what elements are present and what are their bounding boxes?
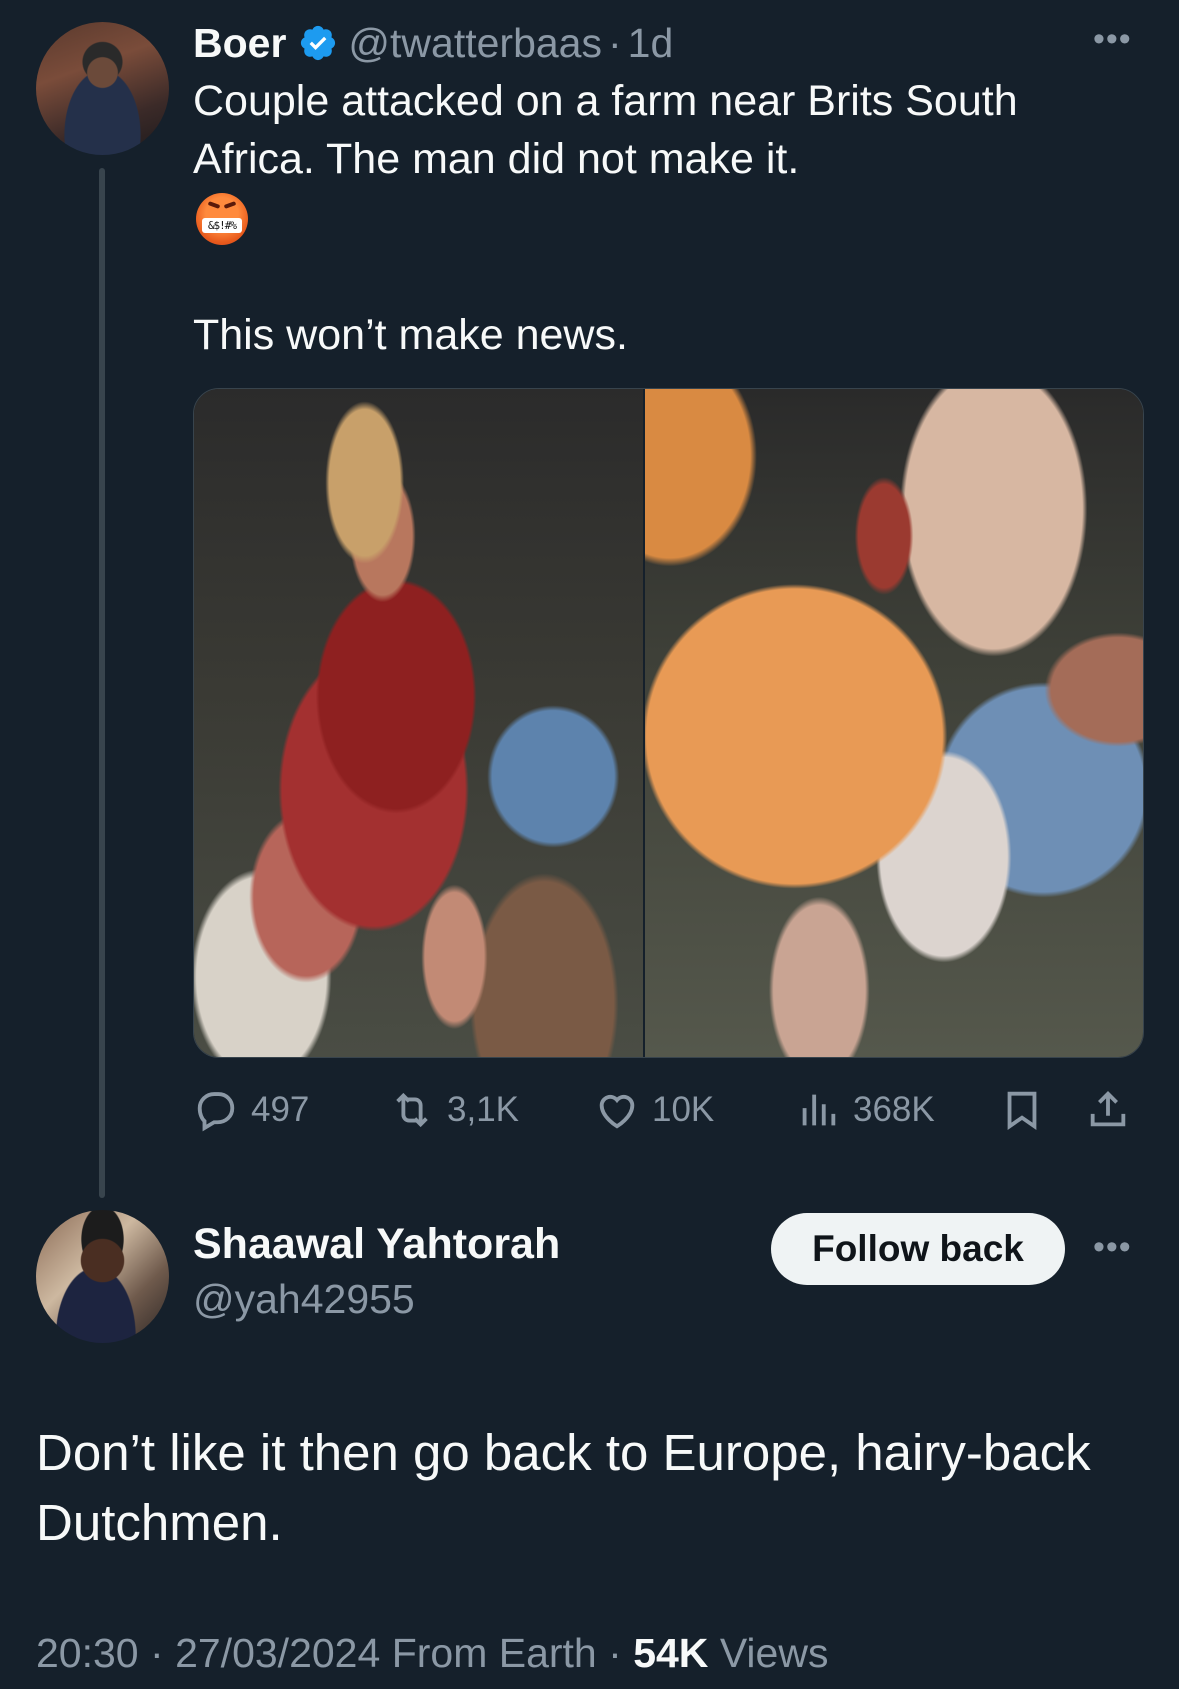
share-icon: [1090, 1090, 1126, 1127]
thread-line: [99, 168, 105, 1198]
reply-count: 497: [251, 1090, 310, 1129]
separator-dot: ·: [608, 19, 622, 66]
more-horizontal-icon[interactable]: •••: [1093, 1228, 1132, 1267]
views-label: Views: [719, 1630, 829, 1676]
follow-back-button[interactable]: Follow back: [771, 1213, 1065, 1285]
more-horizontal-icon[interactable]: •••: [1093, 20, 1132, 59]
tweet-timestamp-date[interactable]: 27/03/2024: [175, 1630, 380, 1676]
cursing-face-emoji-icon: &$!#%: [196, 193, 248, 245]
bookmark-button[interactable]: [999, 1082, 1045, 1138]
reply-button[interactable]: 497: [193, 1082, 309, 1138]
reply-icon: [197, 1092, 235, 1132]
separator-dot: ·: [608, 1630, 622, 1676]
media-photo-right[interactable]: [643, 389, 1143, 1057]
media-photo-left[interactable]: [194, 389, 643, 1057]
tweet-text: Couple attacked on a farm near Brits Sou…: [193, 77, 1018, 183]
tweet-meta: 20:30 · 27/03/2024 From Earth · 54K View…: [36, 1630, 828, 1677]
tweet-time[interactable]: 1d: [628, 20, 674, 67]
reply-author-handle[interactable]: @yah42955: [193, 1276, 415, 1323]
views-count: 368K: [853, 1090, 935, 1129]
separator-dot: ·: [150, 1630, 164, 1676]
reply-text: Don’t like it then go back to Europe, ha…: [36, 1424, 1091, 1551]
views-icon: [802, 1094, 836, 1126]
repost-button[interactable]: 3,1K: [389, 1082, 519, 1138]
heart-icon: [599, 1094, 635, 1129]
share-button[interactable]: [1085, 1082, 1131, 1138]
tweet-actions: 497 3,1K 10K 368K: [193, 1082, 1142, 1138]
author-avatar[interactable]: [36, 22, 169, 155]
like-button[interactable]: 10K: [594, 1082, 714, 1138]
reply-author-avatar[interactable]: [36, 1210, 169, 1343]
tweet-text-line-2: This won’t make news.: [193, 311, 628, 359]
views-count-total: 54K: [633, 1630, 709, 1676]
bookmark-icon: [1007, 1091, 1037, 1130]
author-name[interactable]: Boer: [193, 20, 286, 67]
tweet-media[interactable]: [193, 388, 1144, 1058]
verified-badge-icon: [298, 23, 338, 63]
author-handle[interactable]: @twatterbaas: [348, 20, 602, 67]
repost-count: 3,1K: [447, 1090, 519, 1129]
emoji-grawlix: &$!#%: [202, 218, 242, 233]
views-button[interactable]: 368K: [795, 1082, 935, 1138]
tweet-header: Boer @twatterbaas · 1d: [193, 18, 673, 68]
reply-author-name[interactable]: Shaawal Yahtorah: [193, 1220, 560, 1269]
tweet-source: From Earth: [391, 1630, 597, 1676]
like-count: 10K: [652, 1090, 715, 1129]
repost-icon: [396, 1092, 428, 1128]
tweet-timestamp-time[interactable]: 20:30: [36, 1630, 139, 1676]
